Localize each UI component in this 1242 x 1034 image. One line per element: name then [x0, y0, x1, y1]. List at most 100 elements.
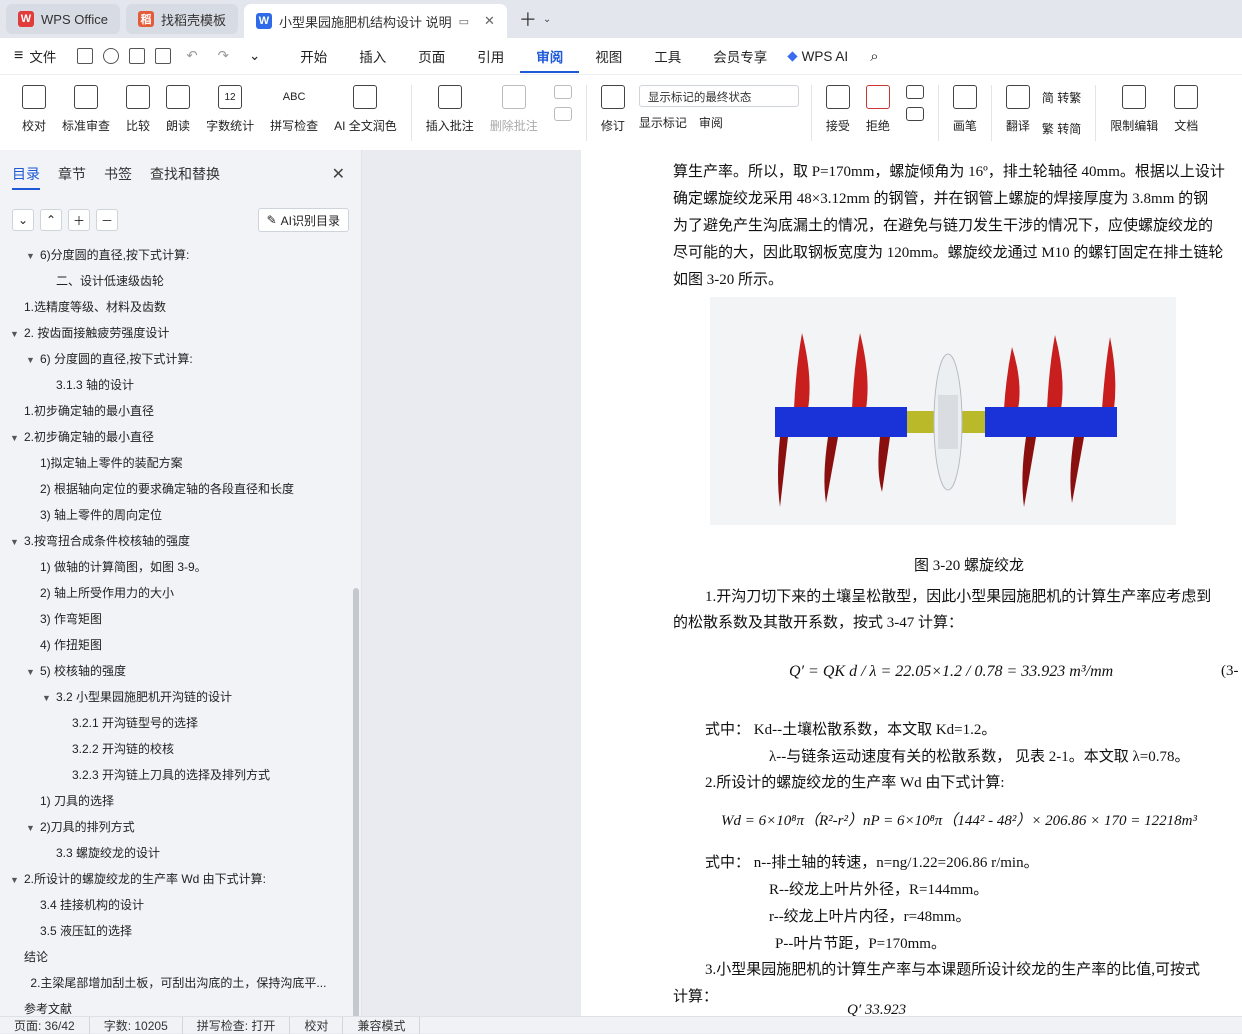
menu-insert[interactable]: 插入: [343, 46, 402, 66]
toc-item[interactable]: 3.5 液压缸的选择: [0, 918, 352, 944]
chevron-down-icon[interactable]: ⌄: [543, 14, 551, 25]
toc-item[interactable]: 4) 作扭矩图: [0, 632, 352, 658]
menu-references[interactable]: 引用: [461, 46, 520, 66]
expand-arrow-icon[interactable]: ▼: [26, 347, 40, 372]
toc-item[interactable]: 1.选精度等级、材料及齿数: [0, 294, 352, 320]
proofread-status[interactable]: 校对: [290, 1016, 344, 1034]
new-tab-icon[interactable]: ＋: [519, 6, 537, 32]
expand-arrow-icon[interactable]: ▼: [42, 685, 56, 710]
compare-button[interactable]: 比较: [126, 85, 150, 134]
hamburger-icon[interactable]: ≡: [14, 47, 23, 65]
menu-page[interactable]: 页面: [402, 46, 461, 66]
toc-item[interactable]: 2.主梁尾部增加刮土板，可刮出沟底的土，保持沟底平...: [0, 970, 352, 996]
tab-chapters[interactable]: 章节: [58, 164, 86, 190]
document-more-button[interactable]: 文档: [1174, 85, 1198, 134]
tab-toc[interactable]: 目录: [12, 164, 40, 190]
tab-bookmarks[interactable]: 书签: [104, 164, 132, 190]
toc-item[interactable]: 2) 轴上所受作用力的大小: [0, 580, 352, 606]
toc-item[interactable]: 1.初步确定轴的最小直径: [0, 398, 352, 424]
toc-item[interactable]: ▼ 6) 分度圆的直径,按下式计算:: [0, 346, 352, 372]
toc-item[interactable]: 3) 作弯矩图: [0, 606, 352, 632]
tab-find-replace[interactable]: 查找和替换: [150, 164, 220, 190]
expand-arrow-icon[interactable]: ▼: [10, 529, 24, 554]
toc-item[interactable]: ▼ 2. 按齿面接触疲劳强度设计: [0, 320, 352, 346]
toc-item[interactable]: ▼ 2)刀具的排列方式: [0, 814, 352, 840]
redo-icon[interactable]: ↷: [218, 48, 229, 64]
markup-state-select[interactable]: 显示标记的最终状态: [638, 85, 799, 107]
expand-arrow-icon[interactable]: ▼: [10, 867, 24, 892]
close-icon[interactable]: ✕: [484, 13, 495, 29]
expand-arrow-icon[interactable]: ▼: [26, 243, 40, 268]
page-indicator[interactable]: 页面: 36/42: [0, 1016, 90, 1034]
toc-item[interactable]: ▼ 2.所设计的螺旋绞龙的生产率 Wd 由下式计算:: [0, 866, 352, 892]
reject-button[interactable]: 拒绝: [865, 85, 890, 134]
toc-item[interactable]: 3.4 挂接机构的设计: [0, 892, 352, 918]
expand-arrow-icon[interactable]: ▼: [10, 321, 24, 346]
print-preview-icon[interactable]: [155, 48, 172, 64]
toc-item[interactable]: ▼ 3.按弯扭合成条件校核轴的强度: [0, 528, 352, 554]
ai-toc-button[interactable]: ✎ AI识别目录: [257, 208, 349, 232]
read-aloud-button[interactable]: 朗读: [166, 85, 190, 134]
accept-button[interactable]: 接受: [825, 85, 850, 134]
collapse-icon[interactable]: ⌄: [12, 209, 34, 231]
toc-item[interactable]: 3) 轴上零件的周向定位: [0, 502, 352, 528]
toc-item[interactable]: 3.2.2 开沟链的校核: [0, 736, 352, 762]
chevron-down-icon[interactable]: ⌄: [249, 48, 260, 64]
toc-item[interactable]: 3.1.3 轴的设计: [0, 372, 352, 398]
save-icon[interactable]: [77, 48, 94, 64]
tab-wps-office[interactable]: W WPS Office: [6, 4, 120, 34]
show-markup-button[interactable]: 显示标记: [639, 114, 687, 131]
expand-arrow-icon[interactable]: ▼: [10, 425, 24, 450]
to-traditional-button[interactable]: 简 转繁: [1042, 89, 1081, 106]
toc-item[interactable]: 3.3 螺旋绞龙的设计: [0, 840, 352, 866]
close-icon[interactable]: ✕: [332, 164, 345, 184]
link-icon[interactable]: [103, 48, 120, 64]
search-icon[interactable]: ⌕: [870, 48, 878, 65]
insert-comment-button[interactable]: 插入批注: [426, 85, 474, 134]
toc-item[interactable]: ▼ 5) 校核轴的强度: [0, 658, 352, 684]
menu-review[interactable]: 审阅: [520, 39, 580, 73]
word-count-button[interactable]: 12 字数统计: [206, 85, 254, 134]
review-pane-button[interactable]: 审阅: [699, 114, 723, 131]
toc-item[interactable]: ▼ 6)分度圆的直径,按下式计算:: [0, 242, 352, 268]
toc-item[interactable]: 二、设计低速级齿轮: [0, 268, 352, 294]
menu-tools[interactable]: 工具: [638, 46, 697, 66]
toc-item[interactable]: 3.2.1 开沟链型号的选择: [0, 710, 352, 736]
toc-item[interactable]: ▼ 2.初步确定轴的最小直径: [0, 424, 352, 450]
pen-button[interactable]: 画笔: [952, 85, 977, 134]
ai-polish-button[interactable]: AI 全文润色: [334, 85, 397, 134]
expand-icon[interactable]: ⌃: [40, 209, 62, 231]
scrollbar[interactable]: [353, 588, 359, 1018]
menu-wps-ai[interactable]: WPS AI: [798, 49, 865, 64]
monitor-icon[interactable]: ▭: [459, 15, 469, 28]
word-count[interactable]: 字数: 10205: [90, 1016, 183, 1034]
expand-arrow-icon[interactable]: ▼: [26, 659, 40, 684]
to-simplified-button[interactable]: 繁 转简: [1042, 120, 1081, 137]
toc-item[interactable]: 1) 做轴的计算简图，如图 3-9。: [0, 554, 352, 580]
restrict-editing-button[interactable]: 限制编辑: [1110, 85, 1158, 134]
comment-nav-button[interactable]: [553, 85, 572, 129]
toc-item[interactable]: 结论: [0, 944, 352, 970]
menu-file[interactable]: 文件: [23, 46, 72, 66]
add-icon[interactable]: ＋: [68, 209, 90, 231]
menu-view[interactable]: 视图: [579, 46, 638, 66]
delete-comment-button[interactable]: 删除批注: [490, 85, 538, 134]
undo-icon[interactable]: ↶: [186, 48, 197, 64]
toc-item[interactable]: 1) 刀具的选择: [0, 788, 352, 814]
track-changes-button[interactable]: 修订: [600, 85, 625, 134]
tab-document[interactable]: W 小型果园施肥机结构设计 说明 ▭ ✕: [243, 4, 507, 38]
toc-item[interactable]: 1)拟定轴上零件的装配方案: [0, 450, 352, 476]
menu-membership[interactable]: 会员专享: [697, 46, 783, 66]
proofread-button[interactable]: 校对: [22, 85, 46, 134]
remove-icon[interactable]: －: [96, 209, 118, 231]
toc-item[interactable]: 3.2.3 开沟链上刀具的选择及排列方式: [0, 762, 352, 788]
change-nav-button[interactable]: [905, 85, 924, 129]
standard-review-button[interactable]: 标准审查: [62, 85, 110, 134]
expand-arrow-icon[interactable]: ▼: [26, 815, 40, 840]
spell-check-status[interactable]: 拼写检查: 打开: [183, 1016, 291, 1034]
translate-button[interactable]: 翻译: [1005, 85, 1030, 134]
menu-home[interactable]: 开始: [284, 46, 343, 66]
toc-item[interactable]: ▼ 3.2 小型果园施肥机开沟链的设计: [0, 684, 352, 710]
tab-templates[interactable]: 稻 找稻壳模板: [125, 4, 238, 34]
spell-check-button[interactable]: ABC 拼写检查: [270, 85, 318, 134]
